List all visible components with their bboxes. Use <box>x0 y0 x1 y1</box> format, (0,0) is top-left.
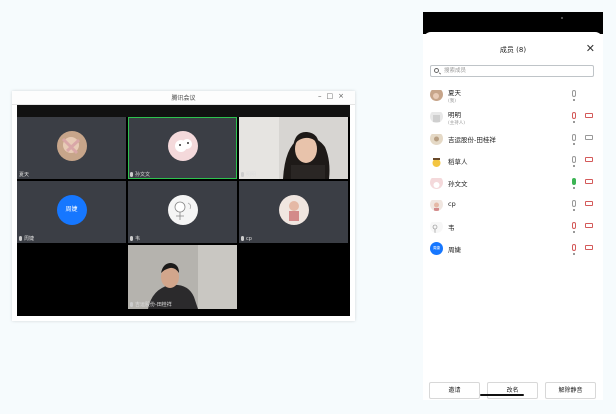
window-title: 腾讯会议 <box>171 95 196 102</box>
camera-feed <box>239 117 348 179</box>
list-item[interactable]: 稻草人 <box>423 150 603 172</box>
member-name: 周婕 <box>448 246 461 254</box>
list-item[interactable]: 周婕 周婕 <box>423 238 603 260</box>
tile-name: 吉运股份-田桂祥 <box>130 301 172 308</box>
avatar <box>430 88 443 101</box>
member-role: (主持人) <box>448 121 466 126</box>
camera-off-icon[interactable] <box>585 223 593 228</box>
avatar <box>56 131 87 161</box>
camera-off-icon[interactable] <box>585 201 593 206</box>
tile-name: 孙文文 <box>130 171 150 178</box>
mic-speaking-icon[interactable] <box>572 178 576 189</box>
search-input[interactable]: 搜索成员 <box>430 65 594 77</box>
video-tile[interactable]: 明明 <box>239 117 348 179</box>
search-placeholder: 搜索成员 <box>444 68 467 74</box>
camera-off-icon[interactable] <box>585 157 593 162</box>
avatar <box>167 131 198 161</box>
avatar-initials: 周婕 <box>430 242 443 255</box>
member-name: 稻草人 <box>448 158 468 166</box>
video-tile[interactable]: 夏天 <box>17 117 126 179</box>
list-item[interactable]: cp <box>423 194 603 216</box>
list-item[interactable]: 孙文文 <box>423 172 603 194</box>
video-tile[interactable]: 周婕 周婕 <box>17 181 126 243</box>
list-item[interactable]: 吉运股份-田桂祥 <box>423 128 603 150</box>
home-indicator <box>480 394 524 396</box>
mic-icon <box>130 172 133 177</box>
tile-name: cp <box>241 236 252 242</box>
tile-name: 明明 <box>241 171 256 178</box>
close-icon[interactable]: ✕ <box>586 42 595 55</box>
camera-feed <box>128 245 237 309</box>
meeting-window: 腾讯会议 –□× 夏天 孙文文 明明 周婕 周婕 韦 cp 吉运股份-田桂祥 <box>12 91 355 321</box>
camera-off-icon[interactable] <box>585 179 593 184</box>
member-name: 明明 <box>448 111 461 119</box>
avatar <box>430 220 443 233</box>
video-tile[interactable]: 吉运股份-田桂祥 <box>128 245 237 309</box>
tile-name: 夏天 <box>19 172 30 178</box>
avatar <box>167 195 198 225</box>
mic-muted-icon[interactable] <box>572 222 576 233</box>
camera-off-icon[interactable] <box>585 245 593 250</box>
mic-icon[interactable] <box>572 200 576 211</box>
list-item[interactable]: 韦 <box>423 216 603 238</box>
camera-dot <box>561 17 563 19</box>
video-tile-active[interactable]: 孙文文 <box>128 117 237 179</box>
avatar <box>430 132 443 145</box>
mic-muted-icon[interactable] <box>572 112 576 123</box>
unmute-all-button[interactable]: 解除静音 <box>545 382 596 399</box>
minimize-icon[interactable]: – <box>318 92 327 100</box>
phone-screen: 成员 (8) ✕ 搜索成员 夏天 (我) 明明 (主持人) 吉运股份-田桂祥 稻… <box>423 12 603 400</box>
avatar <box>430 154 443 167</box>
members-sheet: 成员 (8) ✕ 搜索成员 夏天 (我) 明明 (主持人) 吉运股份-田桂祥 稻… <box>423 32 603 400</box>
list-item[interactable]: 夏天 (我) <box>423 84 603 106</box>
avatar <box>430 198 443 211</box>
empty-tile <box>17 245 126 315</box>
tile-name: 周婕 <box>19 235 34 242</box>
mic-icon <box>241 236 244 241</box>
mic-icon <box>130 302 133 307</box>
window-titlebar: 腾讯会议 –□× <box>12 91 355 105</box>
close-window-icon[interactable]: × <box>338 92 349 100</box>
window-controls[interactable]: –□× <box>318 92 349 100</box>
mic-icon <box>241 172 244 177</box>
mic-icon <box>130 236 133 241</box>
members-title: 成员 (8) <box>499 46 527 54</box>
mic-muted-icon[interactable] <box>572 244 576 255</box>
member-name: 吉运股份-田桂祥 <box>448 136 496 144</box>
video-tile[interactable]: cp <box>239 181 348 243</box>
search-icon <box>434 68 439 73</box>
maximize-icon[interactable]: □ <box>327 92 339 100</box>
rename-button[interactable]: 改名 <box>487 382 538 399</box>
invite-button[interactable]: 邀请 <box>429 382 480 399</box>
camera-off-icon[interactable] <box>585 113 593 118</box>
camera-icon[interactable] <box>585 135 593 140</box>
member-name: cp <box>448 200 456 208</box>
list-item[interactable]: 明明 (主持人) <box>423 106 603 128</box>
video-grid: 夏天 孙文文 明明 周婕 周婕 韦 cp 吉运股份-田桂祥 <box>17 117 350 315</box>
avatar <box>430 176 443 189</box>
status-bar <box>423 12 603 34</box>
member-role: (我) <box>448 99 457 104</box>
member-name: 夏天 <box>448 89 461 97</box>
avatar <box>278 195 309 225</box>
avatar <box>430 110 443 123</box>
empty-tile <box>239 245 348 315</box>
member-name: 韦 <box>448 224 455 232</box>
meeting-topbar <box>17 105 350 117</box>
video-area: 夏天 孙文文 明明 周婕 周婕 韦 cp 吉运股份-田桂祥 <box>17 105 350 316</box>
mic-icon[interactable] <box>572 134 576 145</box>
mic-icon <box>19 236 22 241</box>
mic-icon[interactable] <box>572 156 576 167</box>
tile-name: 韦 <box>130 235 140 242</box>
avatar-initials: 周婕 <box>56 195 87 225</box>
member-name: 孙文文 <box>448 180 468 188</box>
video-tile[interactable]: 韦 <box>128 181 237 243</box>
mic-icon[interactable] <box>572 90 576 101</box>
